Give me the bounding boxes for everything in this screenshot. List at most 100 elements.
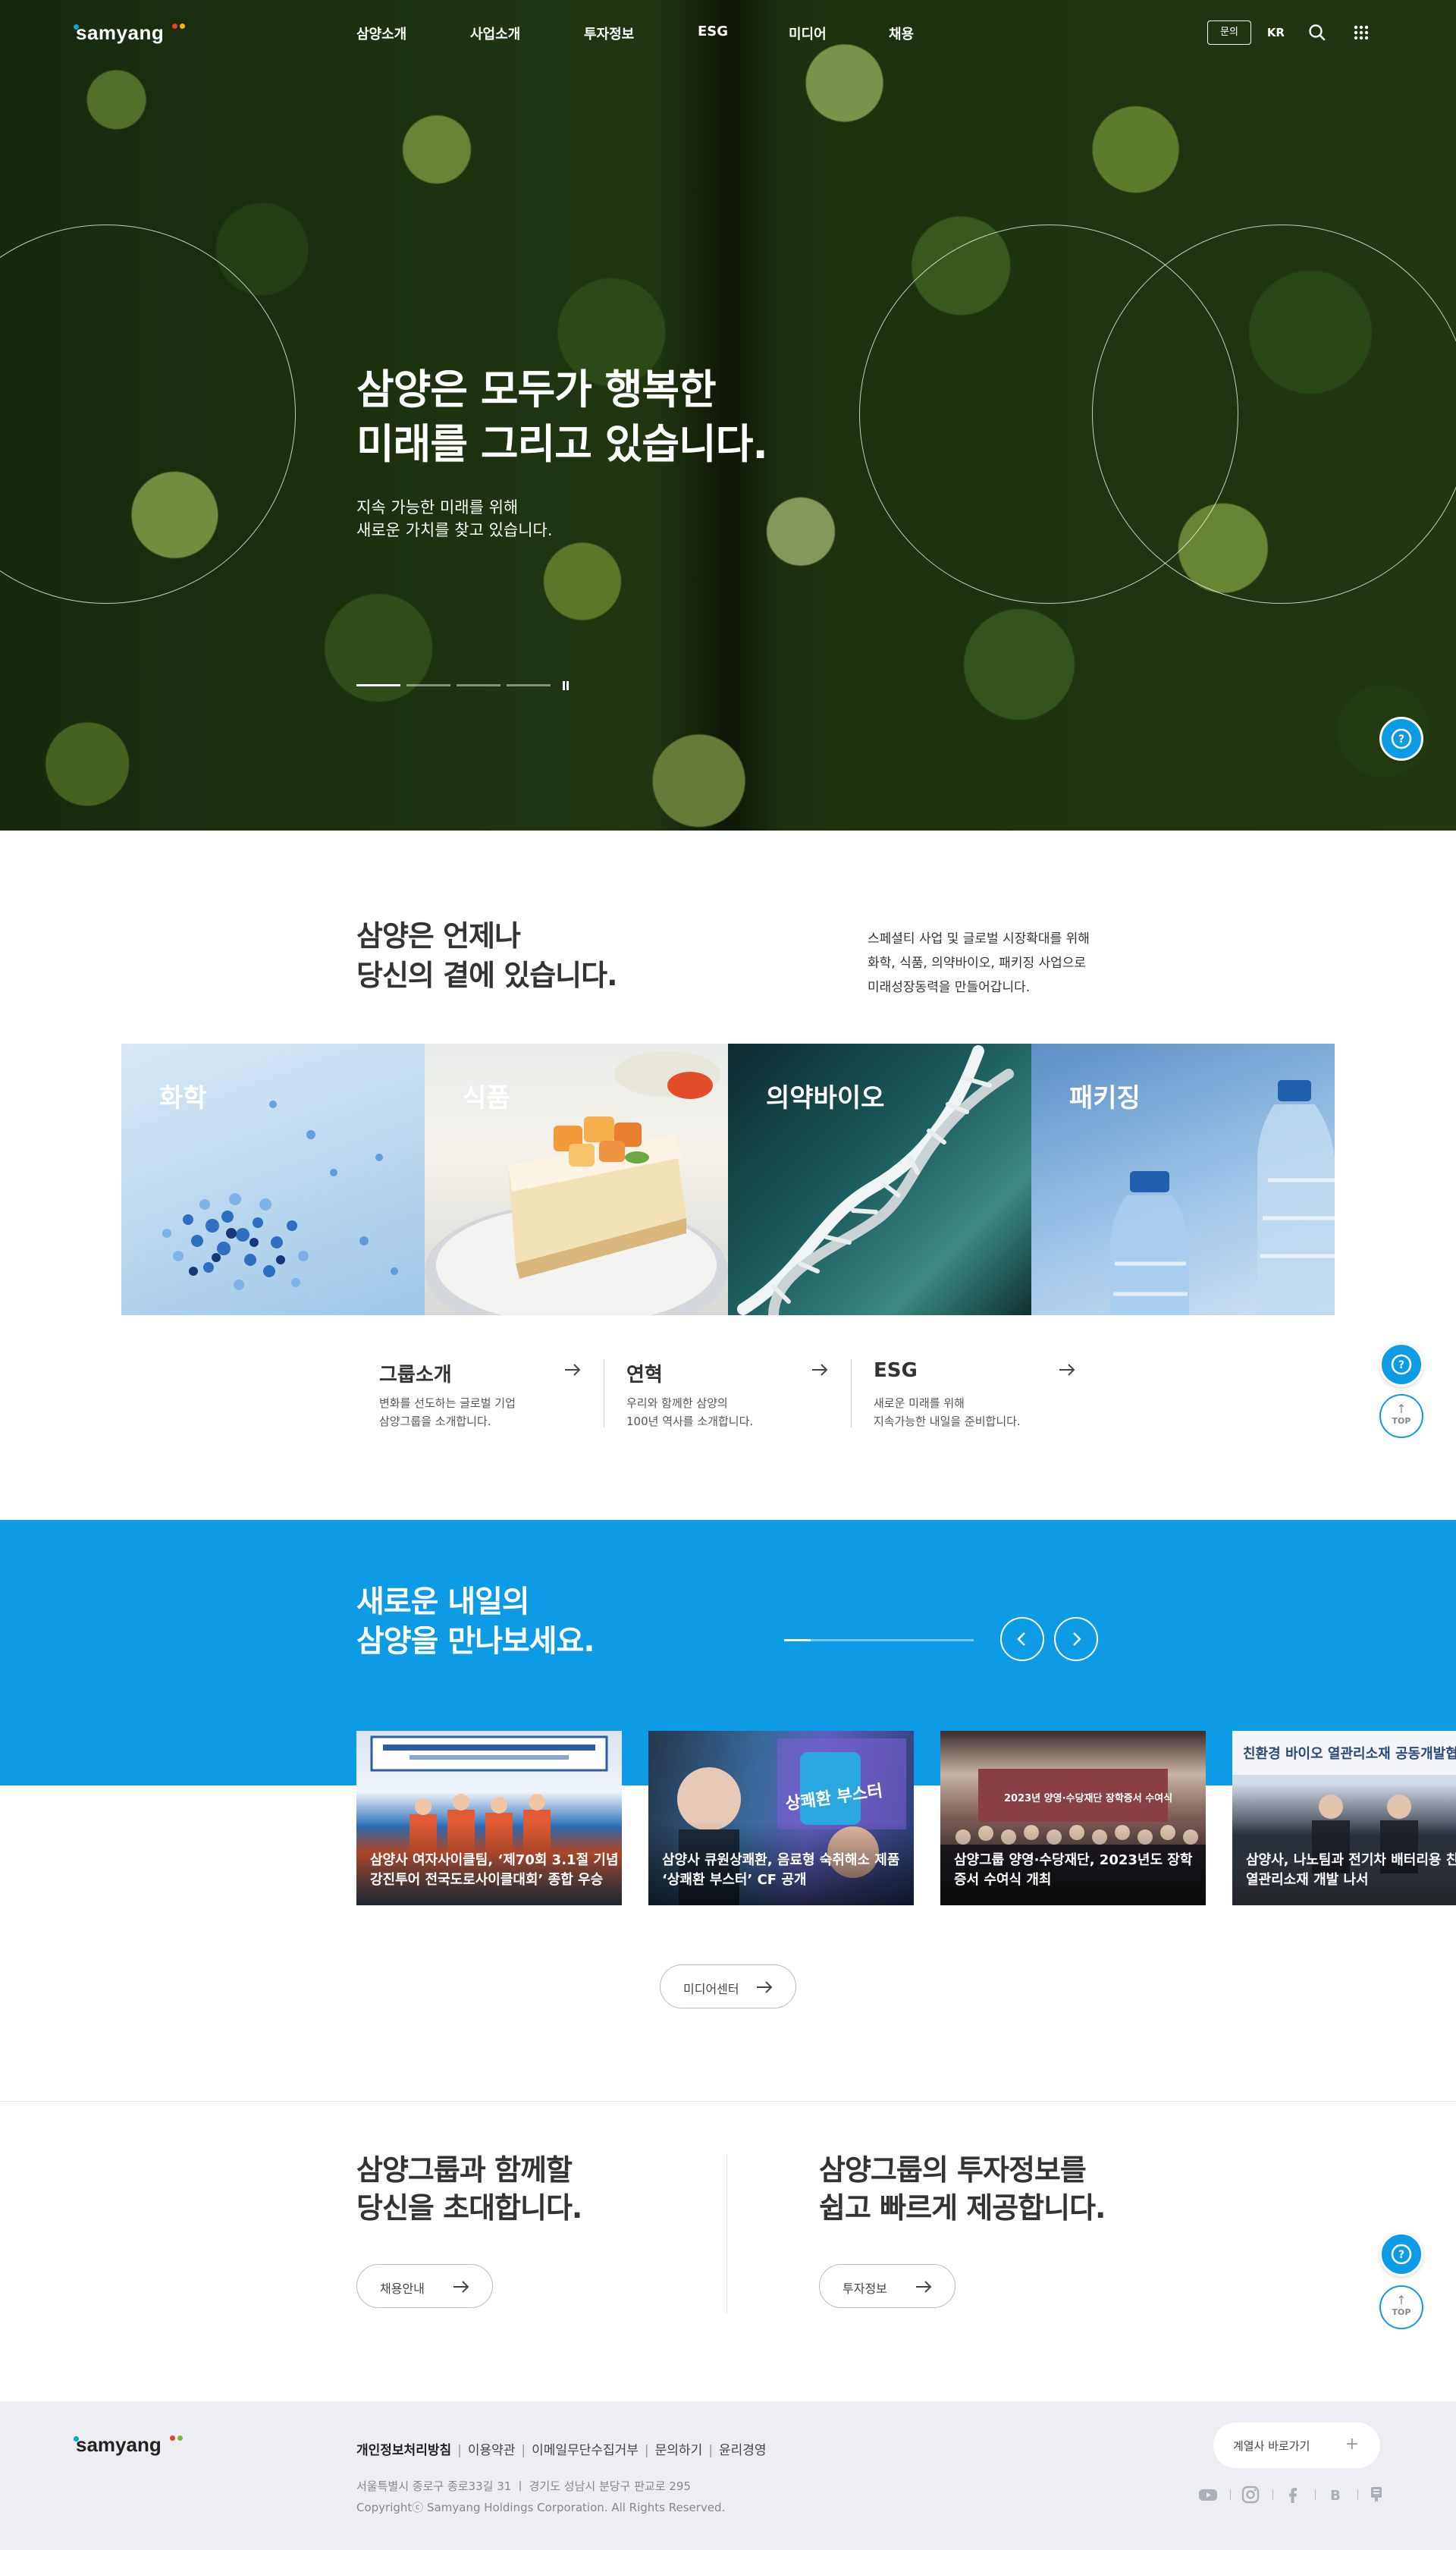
svg-text:?: ? (1398, 1359, 1404, 1371)
investor-title: 삼양그룹의 투자정보를 쉽고 빠르게 제공합니다. (819, 2151, 1106, 2227)
business-card-pharma-bio[interactable]: 의약바이오 (728, 1044, 1031, 1315)
nav-item-esg[interactable]: ESG (698, 24, 728, 39)
quick-link-title-esg: ESG (874, 1359, 918, 1382)
business-card-food[interactable]: 식품 (425, 1044, 728, 1315)
media-title-line2: 삼양을 만나보세요. (356, 1624, 595, 1659)
social-links: B (1197, 2483, 1382, 2506)
footer-logo[interactable]: samyang (74, 2433, 183, 2457)
careers-title: 삼양그룹과 함께할 당신을 초대합니다. (356, 2151, 582, 2227)
instagram-icon[interactable] (1239, 2483, 1262, 2506)
quick-link-desc-line2: 삼양그룹을 소개합니다. (379, 1415, 491, 1428)
logo-dot-yellow (180, 24, 186, 29)
hero-sub-line1: 지속 가능한 미래를 위해 (356, 498, 519, 517)
careers-title-line2: 당신을 초대합니다. (356, 2191, 582, 2225)
nav-item-about[interactable]: 삼양소개 (356, 24, 406, 43)
footer-info: 서울특별시 종로구 종로33길 31 ㅣ 경기도 성남시 분당구 판교로 295… (356, 2476, 725, 2518)
footer-address: 서울특별시 종로구 종로33길 31 ㅣ 경기도 성남시 분당구 판교로 295 (356, 2479, 691, 2493)
site-footer: samyang 개인정보처리방침 | 이용약관 | 이메일무단수집거부 | 문의하기 | 윤리경… (0, 2401, 1456, 2550)
quick-link-history[interactable]: 연혁 우리와 함께한 삼양의 100년 역사를 소개합니다. (604, 1356, 851, 1432)
news-card[interactable]: 삼양사 여자사이클팀, ‘제70회 3.1절 기념 강진투어 전국도로사이클대회… (356, 1731, 622, 1905)
scroll-top-button[interactable]: ↑ TOP (1379, 2285, 1423, 2329)
footer-link-contact[interactable]: 문의하기 (655, 2443, 703, 2458)
slide-indicator-3[interactable] (457, 684, 500, 686)
logo-text: samyang (76, 21, 165, 44)
footer-link-ethics[interactable]: 윤리경영 (719, 2443, 767, 2458)
nav-item-business[interactable]: 사업소개 (470, 24, 520, 43)
media-title: 새로운 내일의 삼양을 만나보세요. (356, 1582, 595, 1661)
youtube-icon[interactable] (1197, 2483, 1219, 2506)
quick-link-title-history: 연혁 (626, 1364, 663, 1386)
careers-title-line1: 삼양그룹과 함께할 (356, 2153, 573, 2187)
media-next-button[interactable] (1054, 1617, 1098, 1661)
business-card-chemical[interactable]: 화학 (121, 1044, 425, 1315)
quick-link-esg[interactable]: ESG 새로운 미래를 위해 지속가능한 내일을 준비합니다. (851, 1356, 1098, 1432)
news-caption-line1: 삼양사 큐원상쾌환, 음료형 숙취해소 제품 (662, 1852, 900, 1868)
news-caption-line2: ‘상쾌환 부스터’ CF 공개 (662, 1872, 807, 1888)
business-label-food: 식품 (463, 1083, 510, 1113)
nav-item-careers[interactable]: 채용 (889, 24, 914, 43)
news-caption-line1: 삼양사, 나노팀과 전기차 배터리용 친 (1246, 1852, 1456, 1868)
grid-menu-icon[interactable] (1351, 23, 1371, 42)
investor-button-label: 투자정보 (843, 2281, 887, 2296)
social-separator (1315, 2489, 1316, 2500)
help-button[interactable]: ? (1379, 1343, 1423, 1386)
careers-button-label: 채용안내 (380, 2281, 425, 2296)
intro-title-line1: 삼양은 언제나 (356, 919, 521, 953)
family-sites-label: 계열사 바로가기 (1233, 2439, 1310, 2453)
scroll-top-label: TOP (1392, 2307, 1411, 2317)
pause-icon[interactable] (561, 681, 570, 690)
help-button[interactable]: ? (1379, 2232, 1423, 2276)
investor-button[interactable]: 투자정보 (819, 2264, 956, 2308)
slide-indicator-1[interactable] (356, 684, 400, 686)
quick-link-desc-esg: 새로운 미래를 위해 지속가능한 내일을 준비합니다. (874, 1394, 1021, 1430)
scroll-top-button[interactable]: ↑ TOP (1379, 1394, 1423, 1438)
footer-logo-text: samyang (76, 2433, 162, 2456)
help-button[interactable]: ? (1379, 717, 1423, 761)
language-toggle[interactable]: KR (1267, 26, 1285, 39)
news-caption-line2: 열관리소재 개발 나서 (1246, 1872, 1369, 1888)
business-label-pharma-bio: 의약바이오 (766, 1083, 885, 1113)
family-sites-select[interactable]: 계열사 바로가기 + (1213, 2423, 1380, 2468)
slide-indicator-2[interactable] (406, 684, 450, 686)
footer-copyright: Copyrightⓒ Samyang Holdings Corporation.… (356, 2501, 726, 2514)
media-prev-button[interactable] (1000, 1617, 1044, 1661)
footer-link-privacy[interactable]: 개인정보처리방침 (356, 2443, 451, 2458)
ceremony-banner: 2023년 양영·수당재단 장학증서 수여식 (1004, 1793, 1173, 1804)
search-icon[interactable] (1307, 23, 1327, 42)
arrow-right-icon (1059, 1364, 1075, 1376)
facebook-icon[interactable] (1282, 2483, 1304, 2506)
quick-link-desc-line2: 지속가능한 내일을 준비합니다. (874, 1415, 1021, 1428)
svg-text:?: ? (1398, 2249, 1404, 2261)
quick-link-desc-group: 변화를 선도하는 글로벌 기업 삼양그룹을 소개합니다. (379, 1394, 516, 1430)
news-card[interactable]: 상쾌환 부스터 삼양사 큐원상쾌환, 음료형 숙취해소 제품 ‘상쾌환 부스터’… (648, 1731, 914, 1905)
news-card[interactable]: 친환경 바이오 열관리소재 공동개발협 삼양사, 나노팀과 전기차 배터리용 친… (1232, 1731, 1456, 1905)
slide-indicator-4[interactable] (507, 684, 551, 686)
svg-text:?: ? (1398, 733, 1404, 746)
news-card[interactable]: 2023년 양영·수당재단 장학증서 수여식 삼양그룹 양영·수당재단, 202… (940, 1731, 1206, 1905)
arrow-right-icon (565, 1364, 581, 1376)
business-card-packaging[interactable]: 패키징 (1031, 1044, 1335, 1315)
media-center-button[interactable]: 미디어센터 (660, 1964, 796, 2008)
post-icon[interactable] (1365, 2483, 1388, 2506)
footer-link-email-refusal[interactable]: 이메일무단수집거부 (532, 2443, 639, 2458)
logo[interactable]: samyang (74, 21, 186, 45)
footer-link-separator: | (521, 2443, 526, 2458)
question-icon: ? (1391, 728, 1412, 749)
blog-icon[interactable]: B (1324, 2483, 1347, 2506)
question-icon: ? (1391, 1354, 1412, 1375)
footer-link-separator: | (644, 2443, 649, 2458)
arrow-right-icon (916, 2281, 932, 2293)
careers-button[interactable]: 채용안내 (356, 2264, 493, 2308)
hero-slider-indicator (356, 681, 573, 690)
nav-item-media[interactable]: 미디어 (789, 24, 827, 43)
inquiry-button[interactable]: 문의 (1207, 20, 1251, 45)
nav-item-investor[interactable]: 투자정보 (584, 24, 634, 43)
arrow-up-icon: ↑ (1396, 2293, 1407, 2307)
arrow-right-icon (757, 1981, 773, 1993)
hero-copy: 삼양은 모두가 행복한 미래를 그리고 있습니다. 지속 가능한 미래를 위해 … (356, 363, 768, 542)
logo-dot-blue (74, 24, 79, 30)
intro-title-line2: 당신의 곁에 있습니다. (356, 959, 618, 992)
footer-link-terms[interactable]: 이용약관 (468, 2443, 516, 2458)
quick-link-group[interactable]: 그룹소개 변화를 선도하는 글로벌 기업 삼양그룹을 소개합니다. (356, 1356, 604, 1432)
footer-link-separator: | (457, 2443, 462, 2458)
